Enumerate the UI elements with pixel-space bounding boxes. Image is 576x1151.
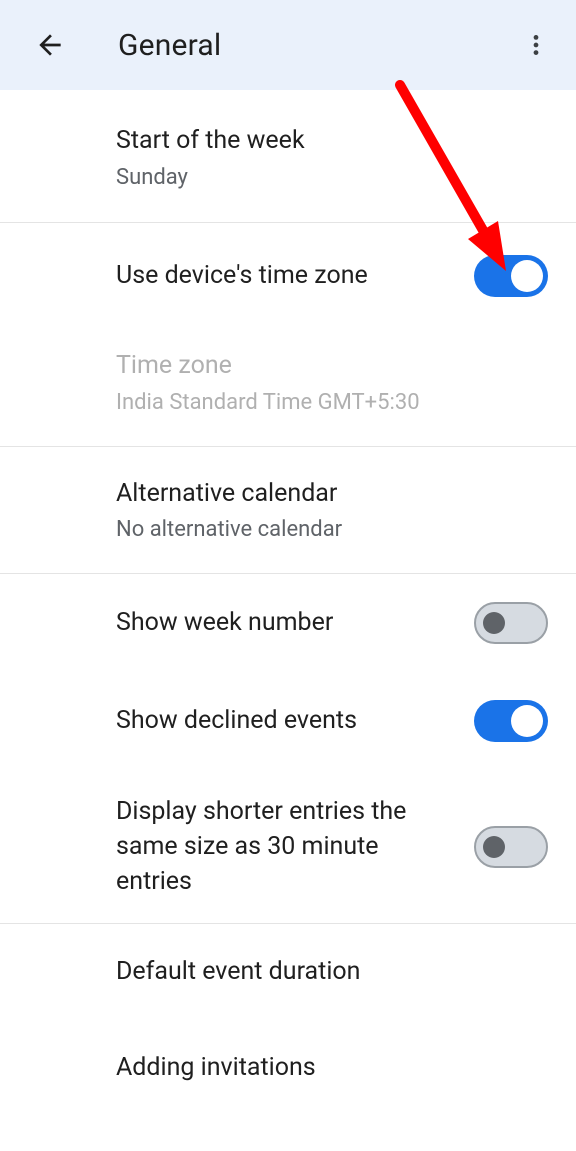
toggle-knob <box>483 612 505 634</box>
show-week-number-title: Show week number <box>116 606 456 640</box>
row-use-device-time-zone[interactable]: Use device's time zone <box>0 223 576 329</box>
row-display-shorter-entries[interactable]: Display shorter entries the same size as… <box>0 770 576 923</box>
more-menu-button[interactable] <box>514 23 558 67</box>
time-zone-title: Time zone <box>116 349 548 383</box>
toggle-show-declined-events[interactable] <box>474 700 548 742</box>
row-show-week-number[interactable]: Show week number <box>0 574 576 672</box>
row-time-zone: Time zone India Standard Time GMT+5:30 <box>0 329 576 445</box>
section-display-options: Show week number Show declined events Di… <box>0 574 576 924</box>
section-more: Default event duration Adding invitation… <box>0 924 576 1151</box>
start-of-week-title: Start of the week <box>116 124 548 158</box>
toggle-display-shorter-entries[interactable] <box>474 826 548 868</box>
more-vertical-icon <box>523 32 549 58</box>
header-bar: General <box>0 0 576 90</box>
page-title: General <box>118 28 514 63</box>
toggle-knob <box>483 836 505 858</box>
row-start-of-week[interactable]: Start of the week Sunday <box>0 90 576 222</box>
toggle-knob <box>511 705 543 737</box>
toggle-knob <box>511 260 543 292</box>
start-of-week-sub: Sunday <box>116 164 548 193</box>
row-default-event-duration[interactable]: Default event duration <box>0 924 576 1020</box>
toggle-show-week-number[interactable] <box>474 602 548 644</box>
default-duration-title: Default event duration <box>116 955 548 989</box>
show-declined-title: Show declined events <box>116 704 456 738</box>
section-time-zone: Use device's time zone Time zone India S… <box>0 223 576 446</box>
display-shorter-title: Display shorter entries the same size as… <box>116 794 436 899</box>
alt-calendar-title: Alternative calendar <box>116 477 548 511</box>
row-add-video-conferencing[interactable]: Add video conferencing <box>0 1116 576 1151</box>
row-alternative-calendar[interactable]: Alternative calendar No alternative cale… <box>0 447 576 573</box>
section-start-of-week: Start of the week Sunday <box>0 90 576 223</box>
toggle-use-device-time-zone[interactable] <box>474 255 548 297</box>
back-arrow-icon[interactable] <box>28 23 72 67</box>
row-show-declined-events[interactable]: Show declined events <box>0 672 576 770</box>
time-zone-sub: India Standard Time GMT+5:30 <box>116 389 548 418</box>
adding-invitations-title: Adding invitations <box>116 1051 548 1085</box>
row-adding-invitations[interactable]: Adding invitations <box>0 1020 576 1116</box>
arrow-left-icon <box>34 29 66 61</box>
section-alt-calendar: Alternative calendar No alternative cale… <box>0 447 576 574</box>
alt-calendar-sub: No alternative calendar <box>116 516 548 545</box>
use-device-tz-title: Use device's time zone <box>116 259 456 293</box>
